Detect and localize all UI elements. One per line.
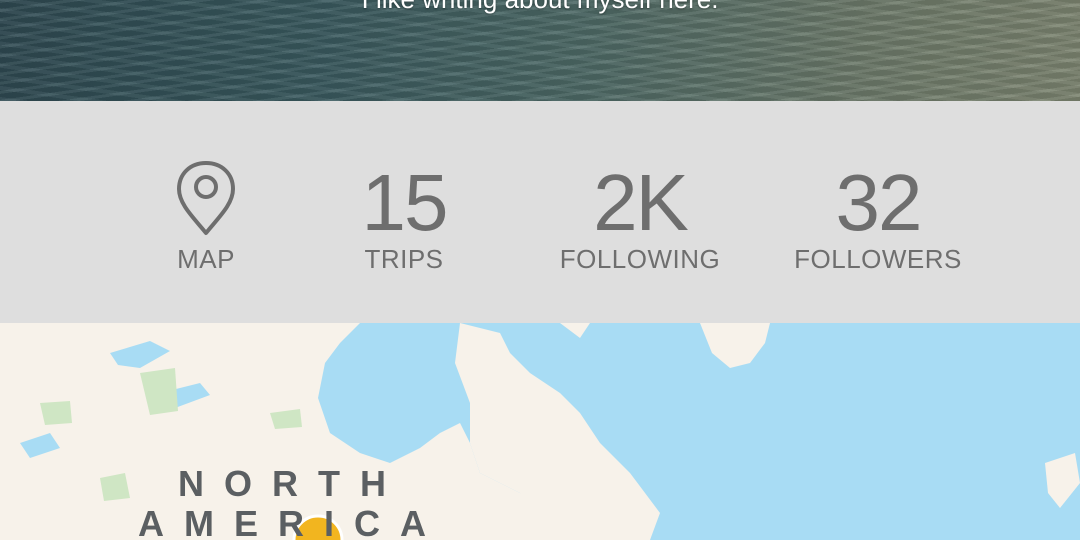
followers-stat-button[interactable]: 32 FOLLOWERS (778, 101, 978, 323)
park-2 (40, 401, 72, 425)
map-label: MAP (177, 244, 235, 274)
trips-label: TRIPS (364, 244, 444, 274)
trips-map[interactable]: NORTH AMERICA (0, 323, 1080, 540)
map-pin-icon (177, 161, 235, 235)
cover-photo: I like writing about myself here. (0, 0, 1080, 101)
continent-label-line1: NORTH (178, 463, 406, 504)
trips-stat-button[interactable]: 15 TRIPS (324, 101, 484, 323)
continent-label-line2: AMERICA (138, 503, 446, 540)
profile-stats-bar: MAP 15 TRIPS 2K FOLLOWING 32 FOLLOWERS (0, 101, 1080, 323)
following-stat-button[interactable]: 2K FOLLOWING (540, 101, 740, 323)
land-greenland (700, 323, 770, 368)
land-island-1 (1045, 453, 1080, 508)
park-4 (100, 473, 130, 501)
followers-label: FOLLOWERS (794, 244, 962, 274)
land-island-2 (560, 323, 590, 338)
map-stat-button[interactable]: MAP (126, 101, 286, 323)
profile-bio: I like writing about myself here. (0, 0, 1080, 14)
followers-count: 32 (835, 158, 923, 247)
trips-count: 15 (361, 158, 449, 247)
following-count: 2K (593, 158, 689, 247)
following-label: FOLLOWING (559, 244, 721, 274)
